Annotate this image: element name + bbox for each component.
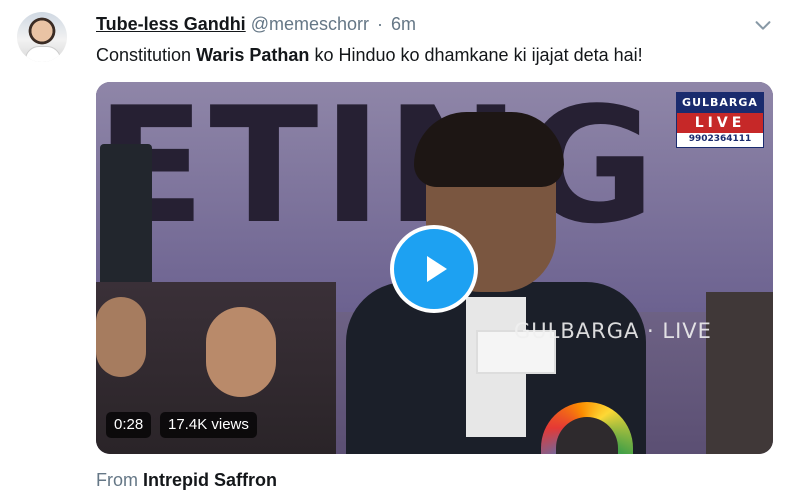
video-crowd-face: [206, 307, 276, 397]
avatar[interactable]: [17, 12, 67, 62]
video-views: 17.4K views: [160, 412, 257, 438]
tweet-text-mention: Waris Pathan: [196, 45, 310, 65]
logo-line2: LIVE: [677, 113, 763, 133]
source-link[interactable]: Intrepid Saffron: [143, 470, 277, 490]
video-crowd-right: [706, 292, 773, 454]
logo-line1: GULBARGA: [677, 93, 763, 113]
separator-dot: ·: [377, 14, 384, 34]
play-button[interactable]: [390, 225, 478, 313]
video-crowd-face: [96, 297, 146, 377]
play-icon: [427, 256, 447, 282]
tweet-text-suffix: ko Hinduo ko dhamkane ki ijajat deta hai…: [309, 45, 643, 65]
channel-logo: GULBARGA LIVE 9902364111: [676, 92, 764, 148]
video-watermark: GULBARGA · LIVE: [514, 319, 712, 343]
video-banner-text: ETING: [96, 82, 660, 259]
tweet-text: Constitution Waris Pathan ko Hinduo ko d…: [96, 45, 643, 66]
author-name[interactable]: Tube-less Gandhi: [96, 14, 246, 34]
author-handle[interactable]: @memeschorr: [251, 14, 369, 34]
logo-phone: 9902364111: [688, 134, 752, 144]
tweet-header: Tube-less Gandhi @memeschorr · 6m: [96, 14, 416, 35]
video-player[interactable]: ETING GULBARGA LIVE 9902364111 GULBARGA …: [96, 82, 773, 454]
video-duration: 0:28: [106, 412, 152, 438]
video-source: From Intrepid Saffron: [96, 470, 277, 491]
source-from-label: From: [96, 470, 138, 490]
video-speaker-hair: [414, 112, 564, 187]
tweet-time[interactable]: 6m: [391, 14, 416, 34]
tweet-text-prefix: Constitution: [96, 45, 197, 65]
chevron-down-icon[interactable]: [752, 14, 774, 36]
avatar-shirt: [25, 46, 61, 62]
